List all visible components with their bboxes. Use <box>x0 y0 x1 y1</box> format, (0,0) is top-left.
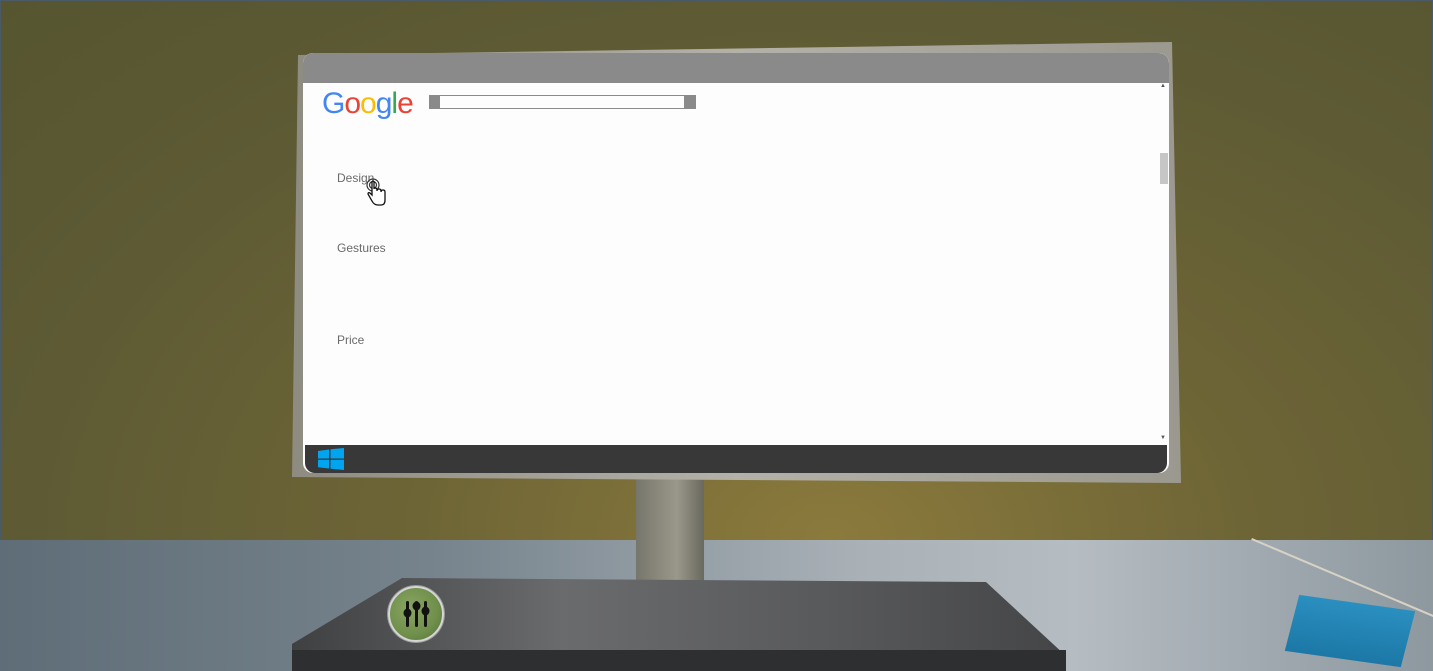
equalizer-sliders-icon[interactable] <box>388 586 444 642</box>
monitor-screen: Google Design Gestures Price ▲ ▼ <box>303 53 1169 473</box>
google-logo: Google <box>322 86 415 122</box>
logo-letter: G <box>322 87 345 120</box>
menu-item-price[interactable]: Price <box>337 333 364 347</box>
scroll-down-arrow-icon[interactable]: ▼ <box>1160 435 1166 441</box>
logo-letter: o <box>360 87 377 120</box>
window-title-bar[interactable] <box>303 53 1169 83</box>
menu-item-gestures[interactable]: Gestures <box>337 241 386 255</box>
monitor-stand <box>636 478 704 584</box>
logo-letter: g <box>375 87 393 120</box>
logo-letter: e <box>397 87 414 120</box>
keyboard-front-edge <box>292 650 1066 671</box>
taskbar <box>305 445 1167 473</box>
scrollbar-track[interactable] <box>1159 83 1169 445</box>
scroll-up-arrow-icon[interactable]: ▲ <box>1160 83 1166 89</box>
scrollbar-thumb[interactable] <box>1160 153 1168 184</box>
sliders-glyph <box>403 601 430 627</box>
windows-logo-icon[interactable] <box>316 448 346 470</box>
hand-pointer-icon <box>366 178 386 206</box>
logo-letter: o <box>344 87 361 120</box>
search-input[interactable] <box>440 96 684 108</box>
